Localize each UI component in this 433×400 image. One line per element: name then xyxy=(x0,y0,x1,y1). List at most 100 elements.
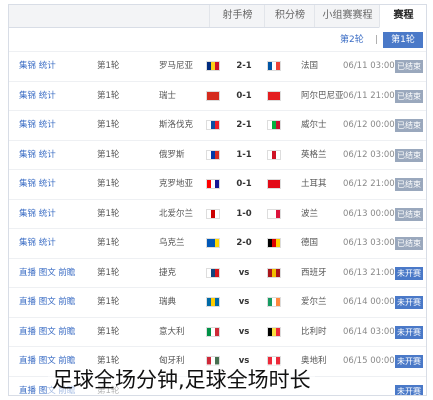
round-label: 第1轮 xyxy=(97,149,120,160)
match-links[interactable]: 直播 图文 前瞻 xyxy=(19,318,75,347)
tab-schedule[interactable]: 赛程 xyxy=(379,5,426,28)
match-links[interactable]: 集锦 统计 xyxy=(19,170,56,199)
match-time: 06/11 03:00 xyxy=(343,61,395,71)
home-team: 威尔士 xyxy=(301,120,327,130)
match-time: 06/14 03:00 xyxy=(343,326,395,337)
status-badge: 未开赛 xyxy=(395,384,423,396)
schedule-panel: 射手榜 积分榜 小组赛赛程 赛程 第2轮 | 第1轮 集锦 统计 第1轮 罗马尼亚 2… xyxy=(8,4,427,396)
match-links[interactable]: 集锦 统计 xyxy=(19,52,56,81)
away-flag-icon xyxy=(206,297,220,307)
match-time xyxy=(343,377,393,396)
away-flag-icon xyxy=(206,238,220,248)
match-row: 集锦 统计 第1轮 北爱尔兰 1-0 波兰 06/13 00:00 已结束 xyxy=(9,198,426,229)
away-flag-icon xyxy=(206,208,220,219)
match-links[interactable]: 集锦 统计 xyxy=(19,111,56,140)
home-flag-icon xyxy=(267,267,281,278)
away-team: 俄罗斯 xyxy=(159,149,185,160)
match-row: 集锦 统计 第1轮 乌克兰 2-0 德国 06/13 03:00 已结束 xyxy=(9,228,426,258)
match-row: 直播 图文 前瞻 第1轮 捷克 vs 西班牙 06/13 21:00 未开赛 xyxy=(9,257,426,288)
home-team: 德国 xyxy=(301,238,319,248)
round-2-link[interactable]: 第2轮 xyxy=(340,32,364,48)
match-time: 06/13 03:00 xyxy=(343,238,395,248)
status-badge: 未开赛 xyxy=(395,296,423,309)
match-score: vs xyxy=(238,326,250,337)
away-flag-icon xyxy=(206,90,220,101)
match-time: 06/13 21:00 xyxy=(343,267,395,278)
match-links[interactable]: 集锦 统计 xyxy=(19,82,56,111)
away-flag-icon xyxy=(206,267,220,278)
home-flag-icon xyxy=(267,120,281,130)
away-team: 捷克 xyxy=(159,267,177,278)
status-badge: 已结束 xyxy=(395,119,423,132)
status-badge: 已结束 xyxy=(395,237,423,250)
home-team: 法国 xyxy=(301,61,319,71)
round-label: 第1轮 xyxy=(97,179,120,189)
match-time: 06/15 00:00 xyxy=(343,356,395,366)
away-team: 北爱尔兰 xyxy=(159,208,194,219)
status-badge: 已结束 xyxy=(395,60,423,73)
match-time: 06/11 21:00 xyxy=(343,90,395,101)
tab-scorers[interactable]: 射手榜 xyxy=(209,5,265,27)
home-flag-icon xyxy=(267,208,281,219)
home-flag-icon xyxy=(267,90,281,101)
away-flag-icon xyxy=(206,120,220,130)
home-team: 爱尔兰 xyxy=(301,297,327,307)
match-row: 集锦 统计 第1轮 斯洛伐克 2-1 威尔士 06/12 00:00 已结束 xyxy=(9,110,426,140)
home-flag-icon xyxy=(267,149,281,160)
away-team: 瑞士 xyxy=(159,90,177,101)
match-links[interactable]: 集锦 统计 xyxy=(19,141,56,170)
match-score: 2-1 xyxy=(236,61,252,71)
status-badge: 已结束 xyxy=(395,207,423,221)
home-team: 波兰 xyxy=(301,208,319,219)
match-time: 06/13 00:00 xyxy=(343,208,395,219)
round-label: 第1轮 xyxy=(97,238,120,248)
tab-group-schedule[interactable]: 小组赛赛程 xyxy=(314,5,380,27)
round-label: 第1轮 xyxy=(97,267,120,278)
away-team: 克罗地亚 xyxy=(159,179,194,189)
match-time: 06/12 21:00 xyxy=(343,179,395,189)
round-label: 第1轮 xyxy=(97,297,120,307)
tab-standings[interactable]: 积分榜 xyxy=(264,5,315,27)
away-team: 瑞典 xyxy=(159,297,177,307)
round-label: 第1轮 xyxy=(97,120,120,130)
match-links[interactable]: 直播 图文 前瞻 xyxy=(19,259,75,288)
match-score: 2-1 xyxy=(236,120,252,130)
overlay-caption: 足球全场分钟,足球全场时长 xyxy=(48,364,315,394)
away-team: 乌克兰 xyxy=(159,238,185,248)
match-score: 1-0 xyxy=(236,208,252,219)
match-score: 2-0 xyxy=(236,238,252,248)
home-flag-icon xyxy=(267,297,281,307)
home-team: 西班牙 xyxy=(301,267,327,278)
match-row: 集锦 统计 第1轮 罗马尼亚 2-1 法国 06/11 03:00 已结束 xyxy=(9,51,426,81)
match-time: 06/14 00:00 xyxy=(343,297,395,307)
match-score: 0-1 xyxy=(236,179,252,189)
away-team: 罗马尼亚 xyxy=(159,61,194,71)
round-label: 第1轮 xyxy=(97,90,120,101)
away-flag-icon xyxy=(206,179,220,189)
match-links[interactable]: 集锦 统计 xyxy=(19,229,56,258)
status-badge: 未开赛 xyxy=(395,325,423,339)
status-badge: 未开赛 xyxy=(395,266,423,280)
away-team: 意大利 xyxy=(159,326,185,337)
match-row: 集锦 统计 第1轮 俄罗斯 1-1 英格兰 06/12 03:00 已结束 xyxy=(9,139,426,170)
round-nav: 第2轮 | 第1轮 xyxy=(9,28,426,50)
home-team: 阿尔巴尼亚 xyxy=(301,90,344,101)
status-badge: 已结束 xyxy=(395,89,423,103)
match-links[interactable]: 直播 图文 前瞻 xyxy=(19,288,75,317)
round-1-active[interactable]: 第1轮 xyxy=(383,32,423,48)
tab-bar: 射手榜 积分榜 小组赛赛程 赛程 xyxy=(9,5,426,28)
status-badge: 已结束 xyxy=(395,148,423,162)
match-score: vs xyxy=(238,297,250,307)
match-row: 集锦 统计 第1轮 瑞士 0-1 阿尔巴尼亚 06/11 21:00 已结束 xyxy=(9,80,426,111)
round-label: 第1轮 xyxy=(97,61,120,71)
match-links[interactable]: 集锦 统计 xyxy=(19,200,56,229)
round-label: 第1轮 xyxy=(97,208,120,219)
match-time: 06/12 00:00 xyxy=(343,120,395,130)
match-row: 集锦 统计 第1轮 克罗地亚 0-1 土耳其 06/12 21:00 已结束 xyxy=(9,169,426,199)
round-label: 第1轮 xyxy=(97,326,120,337)
home-flag-icon xyxy=(267,61,281,71)
home-team: 土耳其 xyxy=(301,179,327,189)
match-time: 06/12 03:00 xyxy=(343,149,395,160)
away-flag-icon xyxy=(206,61,220,71)
away-team: 斯洛伐克 xyxy=(159,120,194,130)
